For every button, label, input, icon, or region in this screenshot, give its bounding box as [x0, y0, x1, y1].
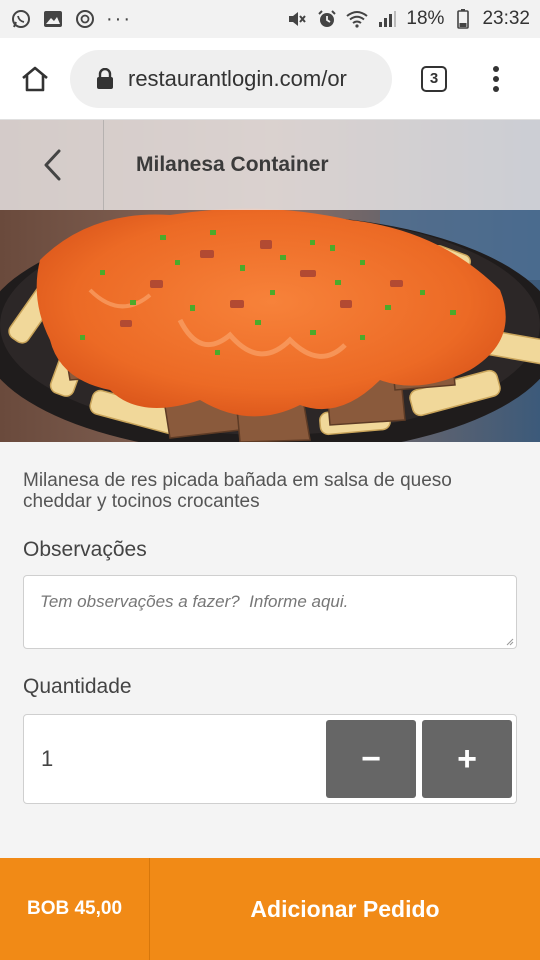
home-icon — [22, 66, 48, 91]
page-header: Milanesa Container — [0, 120, 540, 210]
observations-label: Observações — [23, 538, 147, 561]
home-button[interactable] — [0, 38, 70, 120]
more-notifications: ··· — [106, 7, 132, 30]
app-screen: ··· 18% 23:32 restaurantlogin.com/or 3 M… — [0, 0, 540, 960]
battery-percentage: 18% — [406, 8, 445, 29]
status-bar: ··· 18% 23:32 — [0, 0, 540, 38]
battery-icon — [452, 8, 474, 30]
status-bar-notifications: ··· — [10, 8, 132, 31]
product-details: Milanesa de res picada bañada em salsa d… — [23, 442, 517, 804]
page-title: Milanesa Container — [136, 153, 329, 176]
wifi-icon — [346, 8, 369, 30]
clock: 23:32 — [482, 8, 530, 29]
product-description: Milanesa de res picada bañada em salsa d… — [23, 470, 452, 512]
observations-field-wrapper — [23, 575, 517, 649]
back-button[interactable] — [0, 120, 104, 210]
lock-icon — [97, 67, 113, 89]
chevron-left-icon — [44, 149, 60, 181]
order-footer: BOB 45,00 Adicionar Pedido — [0, 858, 540, 960]
quantity-value[interactable]: 1 — [28, 746, 320, 772]
quantity-label: Quantidade — [23, 675, 132, 698]
observations-input[interactable] — [24, 576, 516, 648]
decrement-button[interactable]: − — [326, 720, 416, 798]
address-bar[interactable]: restaurantlogin.com/or — [70, 49, 392, 108]
add-to-order-button[interactable]: Adicionar Pedido — [150, 858, 540, 960]
browser-toolbar: restaurantlogin.com/or 3 — [0, 38, 540, 120]
quantity-stepper: 1 − + — [23, 714, 517, 804]
whatsapp-icon — [10, 8, 32, 30]
alert-icon — [74, 8, 96, 30]
total-price: BOB 45,00 — [0, 858, 150, 960]
image-icon — [42, 8, 64, 30]
mute-icon — [286, 8, 308, 30]
tab-switcher-button[interactable]: 3 — [392, 38, 476, 120]
status-bar-system: 18% 23:32 — [286, 8, 530, 30]
alarm-icon — [316, 8, 338, 30]
signal-icon — [376, 8, 398, 30]
browser-menu-button[interactable] — [476, 38, 516, 120]
tab-count: 3 — [421, 65, 447, 92]
more-vertical-icon — [493, 65, 499, 92]
url-text: restaurantlogin.com/or — [128, 65, 347, 91]
resize-grip-icon[interactable] — [506, 638, 514, 646]
increment-button[interactable]: + — [422, 720, 512, 798]
